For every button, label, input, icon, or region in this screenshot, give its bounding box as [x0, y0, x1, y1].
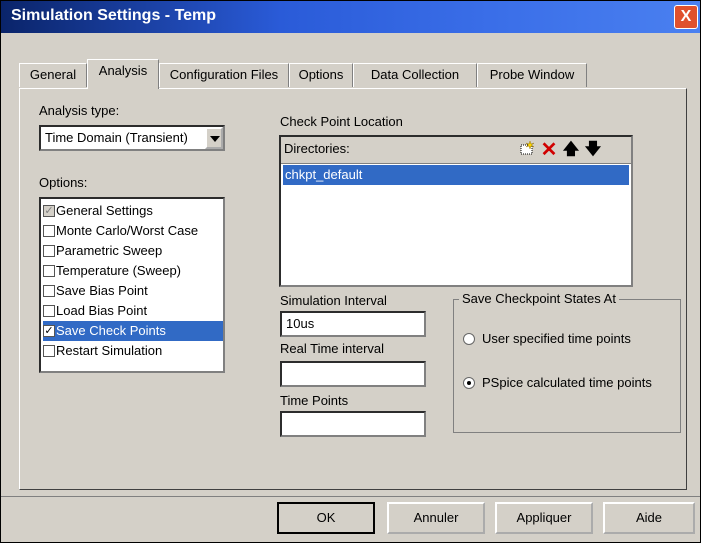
option-save-check-points[interactable]: ✓ Save Check Points [43, 321, 223, 341]
option-label: Temperature (Sweep) [56, 263, 181, 278]
directories-header: Directories: ✕ 🡅 🡇 [281, 137, 631, 164]
option-save-bias-point[interactable]: Save Bias Point [43, 281, 223, 301]
checkbox-icon: ✓ [43, 324, 55, 337]
checkbox-icon [43, 224, 55, 237]
tab-options[interactable]: Options [289, 63, 353, 87]
directory-item[interactable]: chkpt_default [283, 165, 629, 185]
directories-list: Directories: ✕ 🡅 🡇 chkpt_default [279, 135, 633, 287]
option-label: Load Bias Point [56, 303, 148, 318]
options-list: ✓ General Settings Monte Carlo/Worst Case… [39, 197, 225, 373]
simulation-settings-dialog: Simulation Settings - Temp X General Ana… [0, 0, 701, 543]
real-time-interval-label: Real Time interval [280, 341, 385, 356]
tab-configuration-files[interactable]: Configuration Files [159, 63, 289, 87]
option-temperature-sweep[interactable]: Temperature (Sweep) [43, 261, 223, 281]
option-restart-simulation[interactable]: Restart Simulation [43, 341, 223, 361]
move-down-icon[interactable]: 🡇 [583, 140, 603, 160]
cancel-button[interactable]: Annuler [387, 502, 485, 534]
checkbox-icon [43, 284, 55, 297]
checkbox-icon [43, 264, 55, 277]
radio-label: PSpice calculated time points [482, 375, 652, 390]
tab-general[interactable]: General [19, 63, 87, 87]
directories-label: Directories: [284, 141, 350, 156]
close-button[interactable]: X [674, 5, 698, 29]
tab-analysis[interactable]: Analysis [87, 59, 159, 89]
option-monte-carlo[interactable]: Monte Carlo/Worst Case [43, 221, 223, 241]
delete-icon[interactable]: ✕ [539, 140, 559, 160]
option-load-bias-point[interactable]: Load Bias Point [43, 301, 223, 321]
move-up-icon[interactable]: 🡅 [561, 140, 581, 160]
time-points-input[interactable] [280, 411, 426, 437]
real-time-interval-input[interactable] [280, 361, 426, 387]
ok-button[interactable]: OK [277, 502, 375, 534]
simulation-interval-input[interactable]: 10us [280, 311, 426, 337]
option-parametric-sweep[interactable]: Parametric Sweep [43, 241, 223, 261]
button-separator [1, 496, 700, 497]
help-button[interactable]: Aide [603, 502, 695, 534]
chevron-down-icon[interactable] [205, 127, 223, 149]
save-checkpoint-states-label: Save Checkpoint States At [459, 291, 619, 306]
option-label: Save Bias Point [56, 283, 148, 298]
simulation-interval-label: Simulation Interval [280, 293, 387, 308]
checkbox-icon [43, 244, 55, 257]
analysis-type-label: Analysis type: [39, 103, 120, 118]
radio-icon [463, 376, 475, 389]
check-point-location-label: Check Point Location [280, 114, 403, 129]
analysis-type-value: Time Domain (Transient) [45, 130, 188, 145]
tab-data-collection[interactable]: Data Collection [353, 63, 477, 87]
new-folder-icon[interactable] [517, 140, 537, 160]
title-bar[interactable]: Simulation Settings - Temp X [1, 1, 700, 33]
radio-pspice-calculated[interactable]: PSpice calculated time points [463, 375, 652, 390]
options-label: Options: [39, 175, 88, 190]
radio-label: User specified time points [482, 331, 631, 346]
checkbox-icon [43, 304, 55, 317]
option-general-settings[interactable]: ✓ General Settings [43, 201, 223, 221]
apply-button[interactable]: Appliquer [495, 502, 593, 534]
window-title: Simulation Settings - Temp [11, 7, 217, 24]
save-checkpoint-states-group [453, 299, 681, 433]
radio-icon [463, 332, 475, 345]
option-label: General Settings [56, 203, 153, 218]
tab-probe-window[interactable]: Probe Window [477, 63, 587, 87]
radio-user-specified[interactable]: User specified time points [463, 331, 631, 346]
analysis-type-select[interactable]: Time Domain (Transient) [39, 125, 225, 151]
option-label: Monte Carlo/Worst Case [56, 223, 199, 238]
option-label: Restart Simulation [56, 343, 163, 358]
checkbox-icon: ✓ [43, 204, 55, 217]
checkbox-icon [43, 344, 55, 357]
time-points-label: Time Points [280, 393, 349, 408]
option-label: Save Check Points [56, 323, 166, 338]
option-label: Parametric Sweep [56, 243, 163, 258]
